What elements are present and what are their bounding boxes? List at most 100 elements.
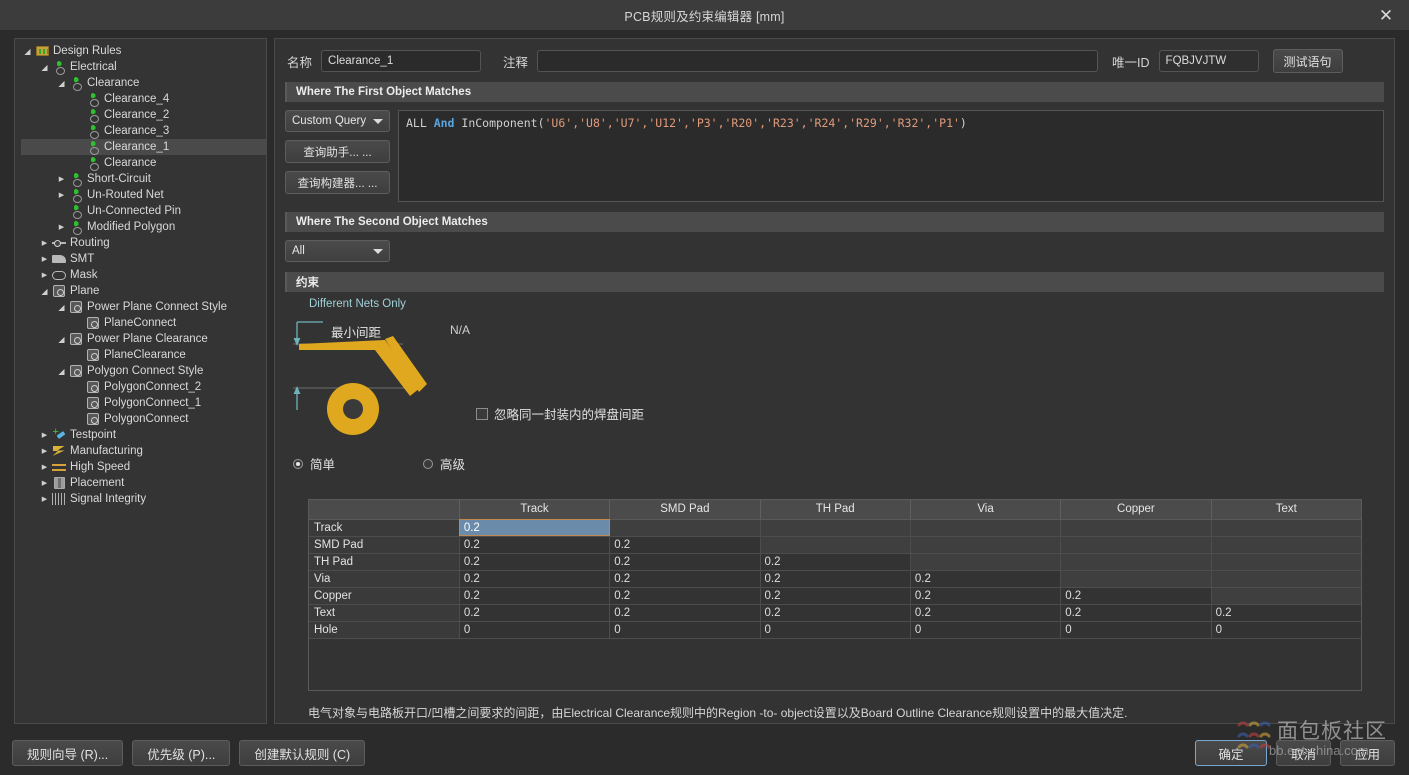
- matrix-cell[interactable]: 0: [760, 621, 911, 639]
- tree-item-polygonconnect-2[interactable]: PolygonConnect_2: [21, 379, 266, 395]
- matrix-cell[interactable]: 0: [1211, 621, 1361, 639]
- matrix-row-header[interactable]: Hole: [309, 621, 460, 639]
- matrix-col-header[interactable]: Track: [459, 500, 611, 520]
- query-helper-button[interactable]: 查询助手... ...: [285, 140, 390, 163]
- tree-item-power-plane-connect-style[interactable]: ◢ Power Plane Connect Style: [21, 299, 266, 315]
- design-rules-tree[interactable]: ◢ Design Rules ◢ Electrical ◢ Clearance Cleara…: [14, 38, 267, 724]
- matrix-cell[interactable]: 0.2: [910, 604, 1062, 622]
- tree-item-power-plane-clearance[interactable]: ◢ Power Plane Clearance: [21, 331, 266, 347]
- matrix-col-header[interactable]: TH Pad: [760, 500, 911, 520]
- chevron-right-icon[interactable]: ▶: [38, 431, 51, 439]
- create-default-rules-button[interactable]: 创建默认规则 (C): [239, 740, 366, 766]
- chevron-down-icon[interactable]: ◢: [55, 367, 68, 376]
- matrix-cell[interactable]: 0: [910, 621, 1062, 639]
- tree-item-un-routed-net[interactable]: ▶ Un-Routed Net: [21, 187, 266, 203]
- chevron-down-icon[interactable]: ◢: [55, 79, 68, 88]
- tree-item-clearance-4[interactable]: Clearance_4: [21, 91, 266, 107]
- query-builder-button[interactable]: 查询构建器... ...: [285, 171, 390, 194]
- matrix-cell[interactable]: 0: [459, 621, 611, 639]
- chevron-right-icon[interactable]: ▶: [38, 463, 51, 471]
- matrix-cell[interactable]: 0.2: [1211, 604, 1361, 622]
- chevron-right-icon[interactable]: ▶: [55, 175, 68, 183]
- first-object-scope-select[interactable]: Custom Query: [285, 110, 390, 132]
- chevron-right-icon[interactable]: ▶: [38, 255, 51, 263]
- matrix-cell[interactable]: 0.2: [609, 570, 761, 588]
- tree-item-clearance-3[interactable]: Clearance_3: [21, 123, 266, 139]
- tree-item-planeclearance[interactable]: PlaneClearance: [21, 347, 266, 363]
- tree-item-signal-integrity[interactable]: ▶ Signal Integrity: [21, 491, 266, 507]
- chevron-right-icon[interactable]: ▶: [38, 479, 51, 487]
- tree-item-electrical[interactable]: ◢ Electrical: [21, 59, 266, 75]
- tree-item-modified-polygon[interactable]: ▶ Modified Polygon: [21, 219, 266, 235]
- matrix-col-header[interactable]: Via: [910, 500, 1062, 520]
- tree-item-testpoint[interactable]: ▶ Testpoint: [21, 426, 266, 443]
- unique-id-input[interactable]: FQBJVJTW: [1158, 50, 1259, 72]
- matrix-col-header[interactable]: Text: [1211, 500, 1361, 520]
- chevron-right-icon[interactable]: ▶: [38, 447, 51, 455]
- clearance-matrix[interactable]: Track SMD Pad TH Pad Via Copper Text Track 0.2…: [308, 499, 1362, 691]
- chevron-down-icon[interactable]: ◢: [21, 47, 34, 56]
- tree-item-high-speed[interactable]: ▶ High Speed: [21, 459, 266, 475]
- chevron-right-icon[interactable]: ▶: [55, 191, 68, 199]
- matrix-cell[interactable]: 0.2: [459, 587, 611, 605]
- matrix-row-header[interactable]: Track: [309, 519, 460, 537]
- matrix-row-header[interactable]: Via: [309, 570, 460, 588]
- matrix-cell[interactable]: 0.2: [1060, 604, 1212, 622]
- chevron-down-icon[interactable]: ◢: [38, 287, 51, 296]
- constraint-mode-radios[interactable]: 简单 高级: [293, 454, 553, 473]
- radio-advanced[interactable]: [423, 458, 434, 469]
- tree-item-plane[interactable]: ◢ Plane: [21, 283, 266, 299]
- matrix-col-header[interactable]: SMD Pad: [609, 500, 761, 520]
- tree-item-short-circuit[interactable]: ▶ Short-Circuit: [21, 171, 266, 187]
- matrix-cell[interactable]: 0.2: [459, 536, 611, 554]
- cancel-button[interactable]: 取消: [1275, 740, 1331, 766]
- matrix-col-header[interactable]: Copper: [1060, 500, 1212, 520]
- tree-item-manufacturing[interactable]: ▶ Manufacturing: [21, 443, 266, 459]
- tree-item-smt[interactable]: ▶ SMT: [21, 251, 266, 267]
- ok-button[interactable]: 确定: [1194, 740, 1267, 766]
- matrix-cell[interactable]: 0.2: [609, 553, 761, 571]
- tree-item-mask[interactable]: ▶ Mask: [21, 267, 266, 283]
- tree-item-routing[interactable]: ▶ Routing: [21, 235, 266, 251]
- matrix-cell[interactable]: 0: [1060, 621, 1212, 639]
- matrix-cell[interactable]: 0.2: [459, 570, 611, 588]
- matrix-cell[interactable]: 0.2: [459, 604, 611, 622]
- matrix-corner-header[interactable]: [309, 500, 460, 520]
- chevron-right-icon[interactable]: ▶: [38, 495, 51, 503]
- tree-item-polygon-connect-style[interactable]: ◢ Polygon Connect Style: [21, 363, 266, 379]
- matrix-cell[interactable]: 0.2: [910, 570, 1062, 588]
- matrix-cell[interactable]: 0.2: [1060, 587, 1212, 605]
- matrix-cell[interactable]: 0.2: [609, 604, 761, 622]
- chevron-down-icon[interactable]: ◢: [55, 303, 68, 312]
- matrix-cell[interactable]: 0: [609, 621, 761, 639]
- ignore-pad-clearance-checkbox[interactable]: [476, 407, 488, 420]
- chevron-right-icon[interactable]: ▶: [38, 239, 51, 247]
- matrix-row-header[interactable]: Copper: [309, 587, 460, 605]
- ignore-pad-clearance-row[interactable]: 忽略同一封装内的焊盘间距: [476, 404, 644, 423]
- tree-item-un-connected-pin[interactable]: Un-Connected Pin: [21, 203, 266, 219]
- chevron-down-icon[interactable]: ◢: [38, 63, 51, 72]
- close-icon[interactable]: ✕: [1363, 0, 1409, 31]
- tree-item-clearance-2[interactable]: Clearance_2: [21, 107, 266, 123]
- matrix-cell[interactable]: 0.2: [910, 587, 1062, 605]
- priority-button[interactable]: 优先级 (P)...: [132, 740, 231, 766]
- tree-item-planeconnect[interactable]: PlaneConnect: [21, 315, 266, 331]
- matrix-cell[interactable]: 0.2: [760, 570, 911, 588]
- tree-item-clearance[interactable]: ◢ Clearance: [21, 75, 266, 91]
- second-object-scope-select[interactable]: All: [285, 240, 390, 262]
- apply-button[interactable]: 应用: [1339, 740, 1395, 766]
- rule-wizard-button[interactable]: 规则向导 (R)...: [12, 740, 124, 766]
- tree-item-clearance-1[interactable]: Clearance_1: [21, 139, 266, 155]
- test-query-button[interactable]: 测试语句: [1272, 49, 1343, 73]
- matrix-cell[interactable]: 0.2: [609, 536, 761, 554]
- chevron-right-icon[interactable]: ▶: [38, 271, 51, 279]
- matrix-cell[interactable]: 0.2: [459, 519, 611, 537]
- tree-item-placement[interactable]: ▶ Placement: [21, 475, 266, 491]
- radio-simple[interactable]: [293, 458, 303, 469]
- custom-query-textarea[interactable]: ALL And InComponent('U6','U8','U7','U12'…: [398, 110, 1384, 202]
- matrix-row-header[interactable]: TH Pad: [309, 553, 460, 571]
- matrix-cell[interactable]: 0.2: [459, 553, 611, 571]
- tree-item-clearance[interactable]: Clearance: [21, 155, 266, 171]
- matrix-cell[interactable]: 0.2: [760, 553, 911, 571]
- chevron-down-icon[interactable]: ◢: [55, 335, 68, 344]
